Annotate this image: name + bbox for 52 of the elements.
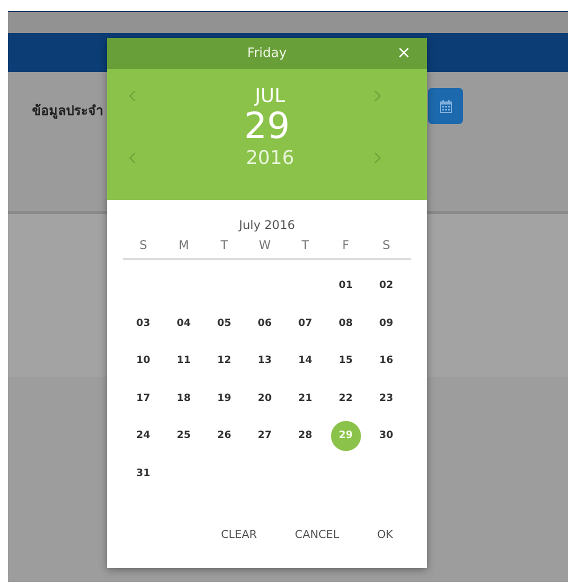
dialog-button[interactable]: OK [373, 524, 397, 545]
calendar-title: July 2016 [237, 218, 296, 232]
day-cell[interactable]: 15 [330, 346, 361, 376]
chevron-right-icon[interactable] [374, 90, 381, 102]
chevron-left-icon[interactable] [129, 152, 136, 164]
dialog-button[interactable]: CLEAR [216, 524, 261, 545]
month-label: JUL [254, 85, 286, 107]
day-cell[interactable]: 01 [330, 270, 361, 301]
day-cell[interactable]: 25 [168, 420, 199, 451]
day-cell[interactable]: 28 [290, 420, 320, 451]
weekday-initial: S [138, 238, 148, 252]
weekday-initial: M [178, 238, 190, 252]
calendar-icon [440, 100, 452, 112]
day-cell[interactable]: 12 [209, 346, 240, 376]
weekday-initial: F [341, 238, 350, 252]
day-cell[interactable]: 04 [168, 308, 199, 338]
day-cell[interactable]: 05 [209, 308, 240, 338]
day-cell[interactable]: 09 [371, 308, 402, 338]
day-cell[interactable]: 02 [371, 270, 402, 301]
day-cell[interactable]: 08 [330, 308, 361, 338]
day-cell[interactable]: 31 [128, 458, 158, 488]
day-cell[interactable]: 20 [250, 383, 280, 414]
day-cell[interactable]: 22 [330, 383, 361, 414]
weekday-initial: S [381, 238, 392, 252]
day-cell[interactable]: 16 [371, 346, 402, 376]
day-cell[interactable]: 17 [128, 383, 158, 414]
weekday-initial: T [300, 238, 310, 252]
day-cell[interactable]: 07 [290, 308, 320, 338]
weekday-initial: T [220, 238, 229, 252]
chevron-right-icon[interactable] [374, 152, 381, 164]
day-cell[interactable]: 03 [128, 308, 158, 338]
day-cell[interactable]: 24 [128, 420, 158, 451]
year-label: 2016 [246, 147, 294, 169]
day-cell[interactable]: 19 [209, 383, 240, 414]
day-cell[interactable]: 14 [290, 346, 320, 376]
day-cell[interactable]: 26 [209, 420, 240, 451]
day-cell[interactable]: 21 [290, 383, 320, 414]
weekday-label: Friday [247, 46, 287, 61]
day-cell[interactable]: 11 [168, 346, 199, 376]
section-label: ข้อมูลประจำ [32, 102, 103, 121]
calendar-button[interactable] [428, 88, 463, 124]
day-cell[interactable]: 18 [168, 383, 199, 414]
day-cell[interactable]: 30 [371, 420, 402, 451]
day-cell[interactable]: 06 [250, 308, 280, 338]
day-cell[interactable]: 23 [371, 383, 402, 414]
day-number: 29 [243, 107, 291, 147]
day-cell[interactable]: 13 [250, 346, 280, 376]
day-cell[interactable]: 27 [250, 420, 280, 451]
weekday-initial: W [258, 238, 272, 252]
chevron-left-icon[interactable] [129, 90, 136, 102]
day-cell[interactable]: 10 [128, 346, 158, 376]
dialog-button[interactable]: CANCEL [290, 524, 344, 545]
